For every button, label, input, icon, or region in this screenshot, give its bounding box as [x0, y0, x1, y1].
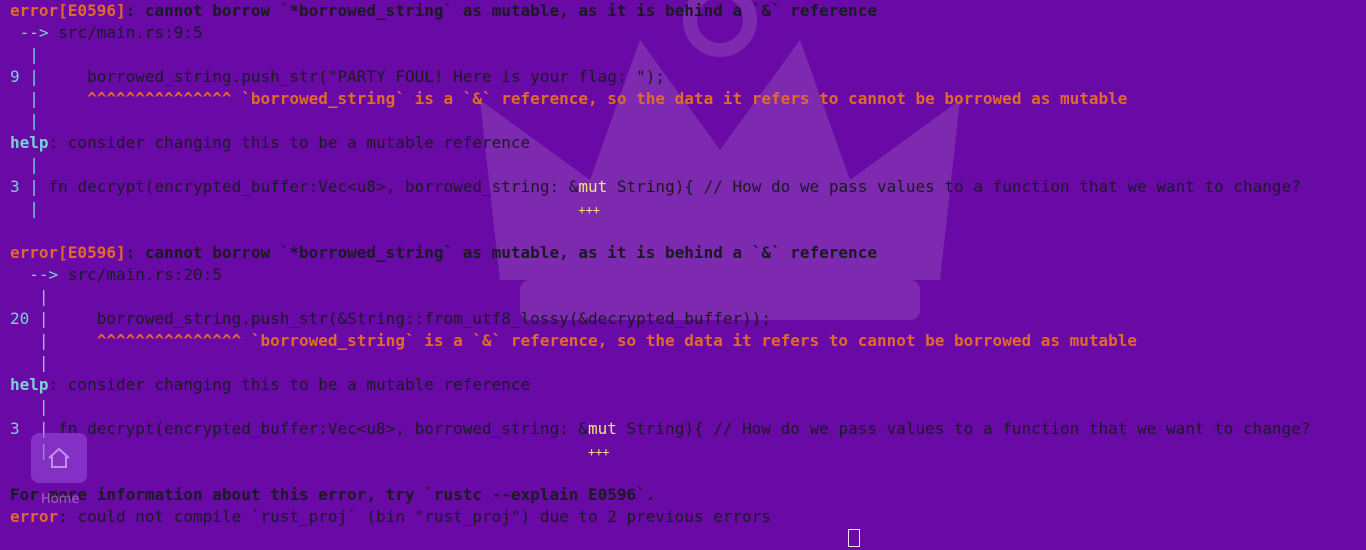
suggestion-line-2: 3 | fn decrypt(encrypted_buffer:Vec<u8>,… [10, 418, 1366, 440]
home-button[interactable] [31, 433, 87, 483]
gutter-bar: | [10, 287, 49, 306]
home-label: Home [41, 492, 80, 507]
line-number: 3 [10, 419, 20, 438]
source-line-1: 9 | borrowed_string.push_str("PARTY FOUL… [10, 66, 1366, 88]
error-header-2: error[E0596]: cannot borrow `*borrowed_s… [10, 242, 1366, 264]
gutter-bar: | [10, 441, 588, 460]
suggestion-code: String){ // How do we pass values to a f… [607, 177, 1301, 196]
error-location-2: --> src/main.rs:20:5 [10, 264, 1366, 286]
plus-line-2: | +++ [10, 440, 1366, 462]
final-error-text: : could not compile `rust_proj` (bin "ru… [58, 507, 771, 526]
error-header-1: error[E0596]: cannot borrow `*borrowed_s… [10, 0, 1366, 22]
gutter-bar: | [10, 353, 49, 372]
suggestion-line-1: 3 | fn decrypt(encrypted_buffer:Vec<u8>,… [10, 176, 1366, 198]
help-label: help [10, 375, 49, 394]
arrow-icon [10, 265, 20, 284]
suggested-mut: mut [578, 177, 608, 196]
gutter-bar: | [19, 177, 49, 196]
caret-annotation: ^^^^^^^^^^^^^^^ `borrowed_string` is a `… [96, 331, 1138, 350]
error-code: error[E0596] [10, 1, 126, 20]
error-message: : cannot borrow `*borrowed_string` as mu… [125, 1, 877, 20]
gutter-bar: | [10, 89, 88, 108]
help-label: help [10, 133, 49, 152]
error-location-1: --> src/main.rs:9:5 [10, 22, 1366, 44]
insertion-marker: +++ [578, 203, 601, 217]
source-code: borrowed_string.push_str(&String::from_u… [48, 309, 771, 328]
terminal-cursor [848, 529, 861, 547]
final-error-line: error: could not compile `rust_proj` (bi… [10, 506, 1366, 528]
gutter-bar: | [10, 111, 39, 130]
line-number: 3 [10, 177, 20, 196]
suggested-mut: mut [587, 419, 617, 438]
terminal-output: error[E0596]: cannot borrow `*borrowed_s… [10, 0, 1366, 547]
caret-annotation: ^^^^^^^^^^^^^^^ `borrowed_string` is a `… [87, 89, 1128, 108]
source-line-2: 20 | borrowed_string.push_str(&String::f… [10, 308, 1366, 330]
home-icon [48, 447, 70, 468]
help-text: : consider changing this to be a mutable… [48, 375, 531, 394]
gutter-bar: | [10, 45, 39, 64]
help-line-2: help: consider changing this to be a mut… [10, 374, 1366, 396]
gutter-bar: | [29, 309, 49, 328]
suggestion-code: fn decrypt(encrypted_buffer:Vec<u8>, bor… [48, 177, 579, 196]
gutter-bar: | [10, 155, 39, 174]
gutter-bar: | [10, 331, 97, 350]
source-code: borrowed_string.push_str("PARTY FOUL! He… [38, 67, 666, 86]
arrow-icon: --> [19, 265, 68, 284]
error-label: error [10, 507, 59, 526]
file-location: src/main.rs:20:5 [67, 265, 222, 284]
prompt-text [10, 529, 848, 548]
help-text: : consider changing this to be a mutable… [48, 133, 531, 152]
plus-line-1: | +++ [10, 198, 1366, 220]
suggestion-code: String){ // How do we pass values to a f… [616, 419, 1311, 438]
gutter-bar: | [19, 67, 39, 86]
caret-line-2: | ^^^^^^^^^^^^^^^ `borrowed_string` is a… [10, 330, 1366, 352]
line-number: 9 [10, 67, 20, 86]
insertion-marker: +++ [587, 445, 610, 459]
help-line-1: help: consider changing this to be a mut… [10, 132, 1366, 154]
line-number: 20 [10, 309, 30, 328]
gutter-bar: | [10, 397, 49, 416]
error-code: error[E0596] [10, 243, 126, 262]
suggestion-code: fn decrypt(encrypted_buffer:Vec<u8>, bor… [58, 419, 588, 438]
error-message: : cannot borrow `*borrowed_string` as mu… [125, 243, 877, 262]
prompt-line[interactable] [10, 528, 1366, 550]
caret-line-1: | ^^^^^^^^^^^^^^^ `borrowed_string` is a… [10, 88, 1366, 110]
arrow-icon: --> [10, 23, 59, 42]
more-info-line: For more information about this error, t… [10, 485, 656, 504]
gutter-bar: | [10, 199, 579, 218]
file-location: src/main.rs:9:5 [58, 23, 203, 42]
